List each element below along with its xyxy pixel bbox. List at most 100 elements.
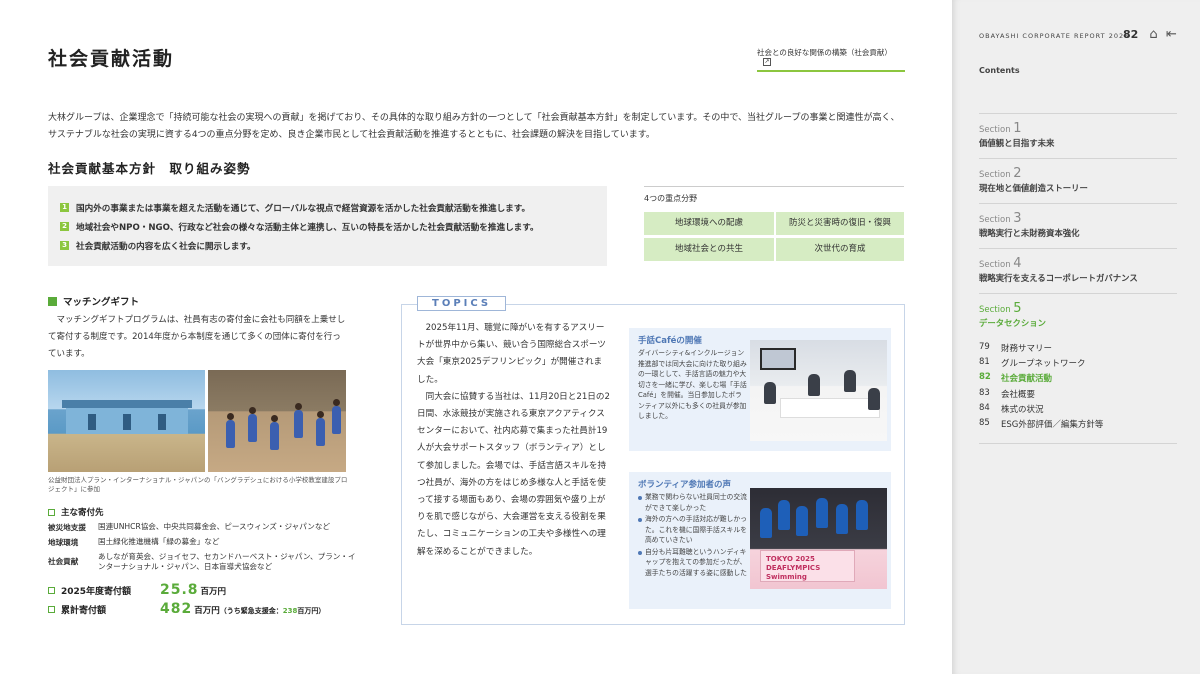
section-prefix: Section [979, 260, 1014, 270]
related-link-label: 社会との良好な関係の構築（社会貢献） [757, 48, 892, 57]
section-title: 現在地と価値創造ストーリー [979, 183, 1088, 193]
page-link-79[interactable]: 79 財務サマリー [979, 342, 1177, 357]
child-figure [270, 415, 279, 450]
page-link-number: 85 [979, 417, 990, 428]
child-figure [248, 407, 257, 442]
section-number: Section 5 [979, 301, 1177, 316]
voice-item: 海外の方への手話対応が難しかった。これを機に国際手話スキルを高めていきたい [638, 514, 750, 546]
donee-table: 被災地支援 国連UNHCR協会、中央共同募金会、ピースウィンズ・ジャパンなど 地… [48, 522, 358, 576]
page-link-number: 82 [979, 372, 991, 383]
section-prefix: Section [979, 305, 1014, 315]
section-title: 価値観と目指す未来 [979, 138, 1055, 148]
policy-item-text: 社会貢献活動の内容を広く社会に開示します。 [76, 241, 256, 252]
child-figure [294, 403, 303, 438]
donee-orgs: 国土緑化推進機構「緑の募金」など [98, 537, 220, 546]
person-figure [844, 370, 856, 392]
policy-item: 2 地域社会やNPO・NGO、行政など社会の様々な活動主体と連携し、互いの特長を… [60, 217, 595, 236]
section-prefix: Section [979, 215, 1014, 225]
card-title: 手話Caféの開催 [638, 336, 702, 346]
sidebar-section-1[interactable]: Section 1 価値観と目指す未来 [979, 113, 1177, 156]
donees-heading: 主な寄付先 [48, 506, 104, 518]
annual-donation-label-text: 2025年度寄付額 [61, 587, 132, 597]
sidebar-section-4[interactable]: Section 4 戦略実行を支えるコーポレートガバナンス [979, 248, 1177, 291]
annual-donation-row: 2025年度寄付額 25.8 百万円 [48, 582, 226, 598]
school-building-photo [48, 370, 205, 472]
annual-donation-value: 25.8 [160, 582, 199, 598]
matching-gift-text: マッチングギフトプログラムは、社員有志の寄付金に会社も同額を上乗せして寄付する制… [48, 315, 346, 359]
emergency-support-suffix: 百万円） [297, 607, 326, 615]
section-prefix: Section [979, 125, 1014, 135]
focus-area-cell: 地球環境への配慮 [644, 212, 774, 235]
topics-paragraph: 2025年11月、聴覚に障がいを有するアスリートが世界中から集い、競い合う国際総… [417, 323, 606, 385]
section-num: 2 [1013, 166, 1022, 181]
sidebar-section-5[interactable]: Section 5 データセクション [979, 293, 1177, 336]
photo-door [88, 414, 96, 430]
volunteer-voices-card: ボランティア参加者の声 業務で関わらない社員同士の交流ができて楽しかった 海外の… [629, 472, 891, 609]
total-donation-value: 482 [160, 601, 193, 617]
donee-orgs: あしなが育英会、ジョイセフ、セカンドハーベスト・ジャパン、プラン・インターナショ… [98, 552, 356, 571]
photo-screen [760, 348, 796, 370]
photo-caption: 公益財団法人プラン・インターナショナル・ジャパンの「バングラデシュにおける小学校… [48, 476, 348, 493]
policy-item: 3 社会貢献活動の内容を広く社会に開示します。 [60, 236, 595, 255]
page-link-81[interactable]: 81 グループネットワーク [979, 357, 1177, 372]
section-num: 4 [1013, 256, 1022, 271]
square-outline-icon [48, 587, 55, 594]
section-title: データセクション [979, 318, 1046, 328]
section-page-list: 79 財務サマリー 81 グループネットワーク 82 社会貢献活動 83 会社概要 84… [979, 342, 1177, 433]
report-page: 社会貢献活動 社会との良好な関係の構築（社会貢献）↗ 大林グループは、企業理念で… [0, 0, 952, 674]
report-name: OBAYASHI CORPORATE REPORT 2026 [979, 32, 1130, 40]
page-link-label: 財務サマリー [1001, 344, 1053, 354]
emergency-support-note: （うち緊急支援金：238百万円） [220, 606, 326, 616]
person-figure [796, 506, 808, 536]
page-link-label: グループネットワーク [1001, 359, 1086, 370]
photo-table [780, 398, 880, 418]
person-figure [760, 508, 772, 538]
sidebar-section-3[interactable]: Section 3 戦略実行と未財務資本強化 [979, 203, 1177, 246]
section-title: 戦略実行と未財務資本強化 [979, 228, 1080, 238]
home-icon[interactable]: ⌂ [1146, 27, 1161, 42]
donee-orgs: 国連UNHCR協会、中央共同募金会、ピースウィンズ・ジャパンなど [98, 522, 331, 531]
person-figure [808, 374, 820, 396]
volunteers-group-photo: TOKYO 2025 DEAFLYMPICS Swimming [750, 488, 887, 589]
person-figure [778, 500, 790, 530]
policy-item-text: 地域社会やNPO・NGO、行政など社会の様々な活動主体と連携し、互いの特長を活か… [76, 222, 539, 233]
matching-gift-heading: マッチングギフト [48, 294, 139, 308]
sidebar-section-2[interactable]: Section 2 現在地と価値創造ストーリー [979, 158, 1177, 201]
donee-row: 社会貢献 あしなが育英会、ジョイセフ、セカンドハーベスト・ジャパン、プラン・イン… [48, 552, 358, 572]
page-link-84[interactable]: 84 株式の状況 [979, 403, 1177, 418]
policy-box: 1 国内外の事業または事業を超えた活動を通じて、グローバルな視点で経営資源を活か… [48, 186, 607, 266]
page-title: 社会貢献活動 [48, 48, 175, 70]
current-page-number: 82 [1123, 28, 1139, 41]
page-link-82[interactable]: 82 社会貢献活動 [979, 372, 1177, 387]
deaflympics-banner: TOKYO 2025 DEAFLYMPICS Swimming [760, 550, 855, 582]
section-number: Section 1 [979, 121, 1177, 136]
section-num: 5 [1013, 301, 1022, 316]
total-donation-unit: 百万円 [194, 606, 220, 616]
intro-paragraph: 大林グループは、企業理念で「持続可能な社会の実現への貢献」を掲げており、その具体… [48, 113, 900, 140]
annual-donation-unit: 百万円 [200, 587, 227, 597]
sidebar-divider [979, 443, 1177, 444]
donee-row: 被災地支援 国連UNHCR協会、中央共同募金会、ピースウィンズ・ジャパンなど [48, 522, 358, 533]
policy-heading: 社会貢献基本方針 取り組み姿勢 [48, 161, 251, 176]
focus-area-cell: 次世代の育成 [776, 238, 904, 261]
section-title: 戦略実行を支えるコーポレートガバナンス [979, 273, 1138, 283]
donees-heading-text: 主な寄付先 [61, 508, 104, 518]
page-link-85[interactable]: 85 ESG外部評価／編集方針等 [979, 418, 1177, 433]
number-badge: 3 [60, 241, 69, 250]
focus-area-cell: 地域社会との共生 [644, 238, 774, 261]
donee-row: 地球環境 国土緑化推進機構「緑の募金」など [48, 537, 358, 548]
donee-field: 被災地支援 [48, 523, 86, 532]
page-link-number: 79 [979, 342, 990, 352]
square-outline-icon [48, 508, 55, 516]
section-prefix: Section [979, 170, 1014, 180]
page-link-label: 社会貢献活動 [1001, 374, 1053, 385]
sign-language-cafe-card: 手話Caféの開催 ダイバーシティ&インクルージョン推進部では同大会に向けた取り… [629, 328, 891, 451]
policy-item: 1 国内外の事業または事業を超えた活動を通じて、グローバルな視点で経営資源を活か… [60, 198, 595, 217]
page-link-83[interactable]: 83 会社概要 [979, 388, 1177, 403]
related-page-link[interactable]: 社会との良好な関係の構築（社会貢献）↗ [757, 47, 905, 72]
photo-door [123, 414, 131, 430]
child-figure [332, 399, 341, 434]
voice-item: 業務で関わらない社員同士の交流ができて楽しかった [638, 492, 750, 513]
back-to-start-icon[interactable]: ⇤ [1164, 27, 1179, 42]
section-num: 3 [1013, 211, 1022, 226]
